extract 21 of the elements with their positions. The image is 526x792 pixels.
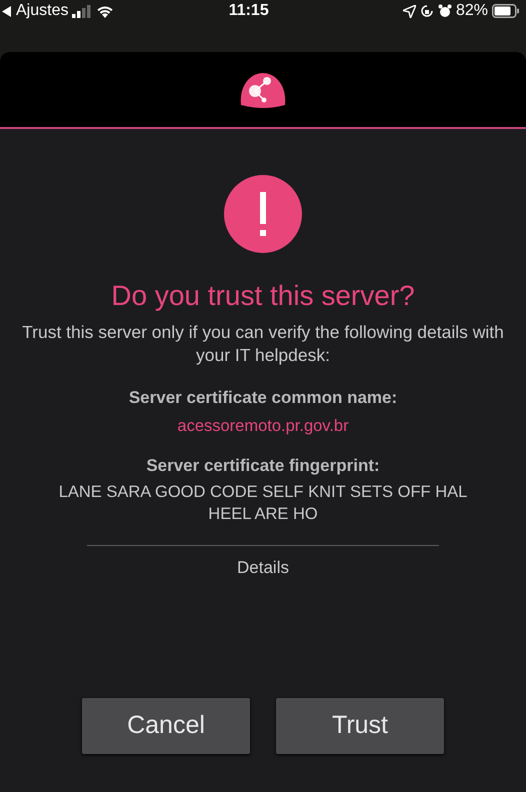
signal-icon <box>72 4 92 18</box>
dialog-message: Trust this server only if you can verify the following details with your IT helpdesk: <box>21 321 505 366</box>
alarm-icon <box>438 4 452 18</box>
field-label: Server certificate common name: <box>128 386 398 408</box>
cancel-button[interactable]: Cancel <box>82 698 250 754</box>
server-name: acessoremoto.pr.gov.br <box>176 416 350 437</box>
back-arrow-icon[interactable] <box>2 6 12 16</box>
location-icon <box>402 4 416 18</box>
clock-time: 11:15 <box>228 1 269 21</box>
back-app-link[interactable]: Ajustes <box>16 0 68 23</box>
battery-percent: 82% <box>456 1 488 21</box>
warning-icon <box>224 175 302 253</box>
fingerprint-text: LANE SARA GOOD CODE SELF KNIT SETS OFF HAL HEEL ARE HO <box>58 482 468 525</box>
field-label: Server certificate fingerprint: <box>145 454 381 477</box>
rotation-lock-icon <box>420 4 434 18</box>
wifi-icon <box>96 4 114 18</box>
details-link[interactable]: Details <box>231 554 295 582</box>
trust-button[interactable]: Trust <box>276 698 444 754</box>
battery-icon <box>492 4 520 18</box>
dialog-title: Do you trust this server? <box>110 279 416 313</box>
app-logo-icon <box>239 70 287 108</box>
